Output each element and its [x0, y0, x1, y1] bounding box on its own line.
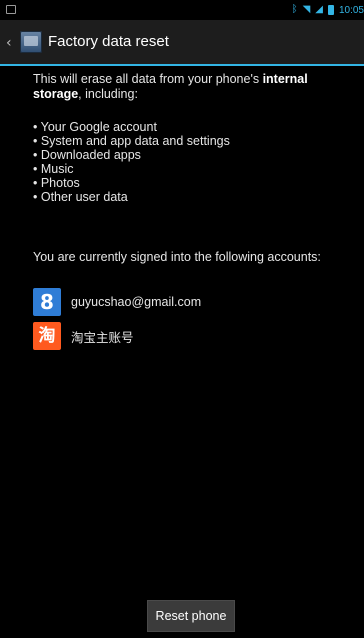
signed-in-text: You are currently signed into the follow…	[33, 250, 321, 264]
taobao-icon: 淘	[33, 322, 61, 350]
account-row-google: 8 guyucshao@gmail.com	[33, 288, 353, 316]
list-item: • Downloaded apps	[33, 148, 141, 162]
intro-post: , including:	[78, 87, 138, 101]
settings-app-icon[interactable]	[20, 31, 42, 53]
status-time: 10:05	[338, 4, 364, 16]
back-caret-icon[interactable]: ‹	[6, 36, 14, 50]
reset-phone-button[interactable]: Reset phone	[147, 600, 235, 632]
list-item: • Other user data	[33, 190, 128, 204]
intro-pre: This will erase all data from your phone…	[33, 72, 263, 86]
action-bar: ‹ Factory data reset	[0, 20, 364, 66]
account-label: guyucshao@gmail.com	[71, 295, 202, 309]
list-item: • System and app data and settings	[33, 134, 230, 148]
content: This will erase all data from your phone…	[0, 66, 364, 638]
notification-icon	[6, 5, 16, 14]
status-icons: ᛒ ◥ ◢ 10:05	[292, 2, 364, 18]
battery-icon	[327, 5, 334, 15]
google-icon: 8	[33, 288, 61, 316]
status-bar: ᛒ ◥ ◢ 10:05	[0, 0, 364, 20]
account-label: 淘宝主账号	[71, 330, 134, 345]
signal-icon: ◢	[315, 4, 323, 15]
page-title: Factory data reset	[48, 33, 169, 50]
list-item: • Your Google account	[33, 120, 157, 134]
list-item: • Music	[33, 162, 74, 176]
erase-list: • Your Google account • System and app d…	[33, 120, 353, 204]
list-item: • Photos	[33, 176, 80, 190]
wifi-icon: ◥	[302, 4, 311, 15]
bluetooth-icon: ᛒ	[291, 4, 298, 15]
account-row-taobao: 淘 淘宝主账号	[33, 322, 353, 350]
intro-text: This will erase all data from your phone…	[33, 72, 353, 102]
